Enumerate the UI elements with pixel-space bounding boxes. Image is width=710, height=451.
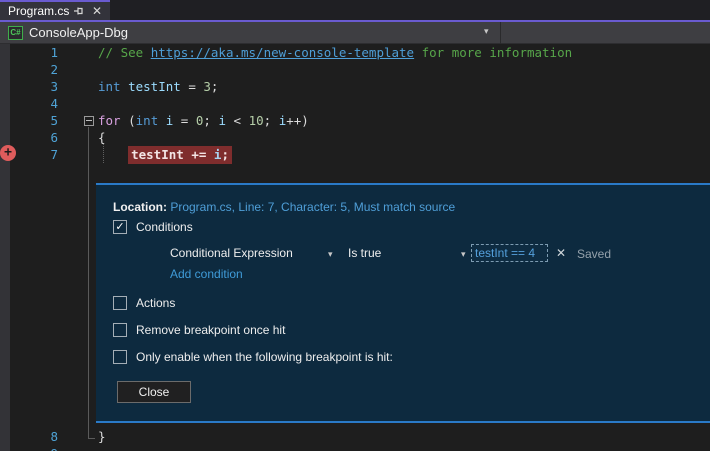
line-number: 2 xyxy=(0,61,58,78)
location-value: Program.cs, Line: 7, Character: 5, Must … xyxy=(167,200,455,214)
navigation-bar: C# ConsoleApp-Dbg ▾ xyxy=(0,22,710,44)
code-line-3[interactable]: 3 int testInt = 3; xyxy=(0,78,710,95)
breakpoint-settings-panel: Location: Program.cs, Line: 7, Character… xyxy=(96,183,710,423)
line-number: 6 xyxy=(0,129,58,146)
condition-expression-input[interactable]: testInt == 4 xyxy=(471,244,548,262)
chevron-down-icon[interactable]: ▾ xyxy=(484,26,489,37)
code-text: int testInt = 3; xyxy=(98,78,218,95)
pushpin-icon[interactable] xyxy=(72,4,86,18)
close-icon[interactable]: ✕ xyxy=(90,4,104,18)
conditions-row: ✓ Conditions xyxy=(113,220,193,234)
tab-strip: Program.cs ✕ xyxy=(0,0,710,20)
code-line-1[interactable]: 1 // See https://aka.ms/new-console-templ… xyxy=(0,44,710,61)
breakpoint-line-highlight: testInt += i; xyxy=(128,146,232,164)
only-enable-row: Only enable when the following breakpoin… xyxy=(113,350,393,364)
code-editor[interactable]: 1 // See https://aka.ms/new-console-templ… xyxy=(0,44,710,451)
navbar-separator xyxy=(500,22,501,44)
condition-type-dropdown[interactable]: Conditional Expression xyxy=(170,246,293,260)
line-number: 4 xyxy=(0,95,58,112)
conditions-label: Conditions xyxy=(136,220,193,234)
actions-label: Actions xyxy=(136,296,175,310)
remove-once-hit-row: Remove breakpoint once hit xyxy=(113,323,285,337)
actions-row: Actions xyxy=(113,296,175,310)
project-dropdown[interactable]: ConsoleApp-Dbg xyxy=(29,25,128,40)
saved-status: Saved xyxy=(577,247,611,261)
remove-once-hit-checkbox[interactable] xyxy=(113,323,127,337)
remove-once-hit-label: Remove breakpoint once hit xyxy=(136,323,285,337)
fold-guide-line xyxy=(88,127,89,439)
only-enable-checkbox[interactable] xyxy=(113,350,127,364)
csharp-project-icon: C# xyxy=(8,26,23,40)
code-line-9[interactable]: 9 xyxy=(0,445,710,451)
conditional-breakpoint-icon[interactable]: + xyxy=(0,145,16,161)
vs-window: Program.cs ✕ C# ConsoleApp-Dbg ▾ 1 // See… xyxy=(0,0,710,451)
indent-guide xyxy=(103,144,104,163)
chevron-down-icon[interactable]: ▾ xyxy=(461,249,466,260)
code-text: // See https://aka.ms/new-console-templa… xyxy=(98,44,572,61)
line-number: 5 xyxy=(0,112,58,129)
code-line-2[interactable]: 2 xyxy=(0,61,710,78)
code-line-5[interactable]: 5 for (int i = 0; i < 10; i++) xyxy=(0,112,710,129)
condition-operator-dropdown[interactable]: Is true xyxy=(348,246,381,260)
fold-collapse-icon[interactable] xyxy=(84,116,94,126)
breakpoint-location: Location: Program.cs, Line: 7, Character… xyxy=(113,200,455,214)
code-text: { xyxy=(98,129,106,146)
code-text: for (int i = 0; i < 10; i++) xyxy=(98,112,309,129)
clear-condition-icon[interactable]: ✕ xyxy=(556,246,566,260)
condition-row: Conditional Expression ▾ Is true ▾ testI… xyxy=(96,246,710,264)
line-number: 1 xyxy=(0,44,58,61)
add-condition-link[interactable]: Add condition xyxy=(170,267,243,281)
chevron-down-icon[interactable]: ▾ xyxy=(328,249,333,260)
tab-title: Program.cs xyxy=(8,4,72,18)
conditions-checkbox[interactable]: ✓ xyxy=(113,220,127,234)
fold-guide-corner xyxy=(88,438,95,439)
line-number: 8 xyxy=(0,428,58,445)
actions-checkbox[interactable] xyxy=(113,296,127,310)
code-line-7[interactable]: 7 testInt += i; xyxy=(0,146,710,163)
code-line-6[interactable]: 6{ xyxy=(0,129,710,146)
code-line-4[interactable]: 4 xyxy=(0,95,710,112)
line-number: 9 xyxy=(0,445,58,451)
code-text: testInt += i; xyxy=(98,146,232,163)
close-button[interactable]: Close xyxy=(117,381,191,403)
line-number: 3 xyxy=(0,78,58,95)
tab-program-cs[interactable]: Program.cs ✕ xyxy=(0,0,110,20)
only-enable-label: Only enable when the following breakpoin… xyxy=(136,350,393,364)
location-label: Location: xyxy=(113,200,167,214)
code-line-8[interactable]: 8} xyxy=(0,428,710,445)
code-text: } xyxy=(98,428,106,445)
